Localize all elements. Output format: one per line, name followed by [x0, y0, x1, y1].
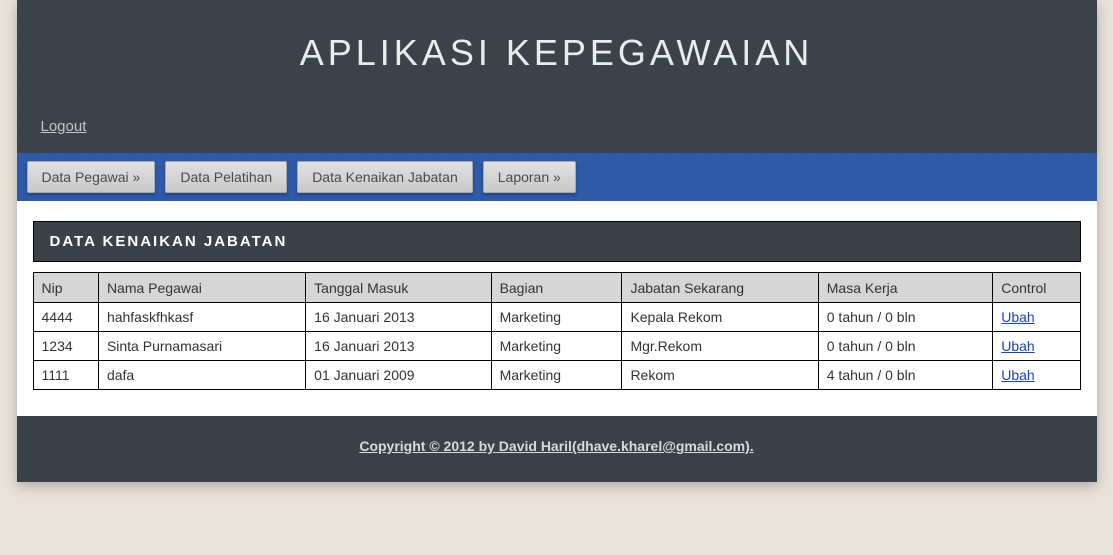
cell-tgl: 16 Januari 2013: [306, 332, 491, 361]
cell-masa: 0 tahun / 0 bln: [818, 332, 993, 361]
content: DATA KENAIKAN JABATAN Nip Nama Pegawai T…: [17, 201, 1097, 416]
cell-control: Ubah: [993, 303, 1080, 332]
table-row: 1111 dafa 01 Januari 2009 Marketing Reko…: [33, 361, 1080, 390]
edit-link[interactable]: Ubah: [1001, 309, 1034, 325]
nav-laporan[interactable]: Laporan »: [483, 161, 576, 193]
cell-control: Ubah: [993, 361, 1080, 390]
cell-nama: hahfaskfhkasf: [98, 303, 305, 332]
cell-bagian: Marketing: [491, 332, 622, 361]
cell-control: Ubah: [993, 332, 1080, 361]
navbar: Data Pegawai » Data Pelatihan Data Kenai…: [17, 153, 1097, 201]
th-jabatan: Jabatan Sekarang: [622, 273, 818, 303]
table-row: 4444 hahfaskfhkasf 16 Januari 2013 Marke…: [33, 303, 1080, 332]
cell-masa: 0 tahun / 0 bln: [818, 303, 993, 332]
table-row: 1234 Sinta Purnamasari 16 Januari 2013 M…: [33, 332, 1080, 361]
nav-data-pegawai[interactable]: Data Pegawai »: [27, 161, 156, 193]
th-nip: Nip: [33, 273, 98, 303]
nav-data-pelatihan[interactable]: Data Pelatihan: [165, 161, 287, 193]
table-header-row: Nip Nama Pegawai Tanggal Masuk Bagian Ja…: [33, 273, 1080, 303]
edit-link[interactable]: Ubah: [1001, 367, 1034, 383]
logout-link[interactable]: Logout: [41, 118, 87, 135]
th-control: Control: [993, 273, 1080, 303]
nav-data-kenaikan-jabatan[interactable]: Data Kenaikan Jabatan: [297, 161, 473, 193]
cell-jabatan: Mgr.Rekom: [622, 332, 818, 361]
data-table: Nip Nama Pegawai Tanggal Masuk Bagian Ja…: [33, 272, 1081, 390]
header: APLIKASI KEPEGAWAIAN Logout: [17, 0, 1097, 153]
cell-tgl: 16 Januari 2013: [306, 303, 491, 332]
edit-link[interactable]: Ubah: [1001, 338, 1034, 354]
panel-title: DATA KENAIKAN JABATAN: [33, 221, 1081, 262]
cell-jabatan: Rekom: [622, 361, 818, 390]
th-tgl: Tanggal Masuk: [306, 273, 491, 303]
cell-jabatan: Kepala Rekom: [622, 303, 818, 332]
cell-bagian: Marketing: [491, 361, 622, 390]
footer-text[interactable]: Copyright © 2012 by David Haril(dhave.kh…: [359, 438, 753, 454]
footer: Copyright © 2012 by David Haril(dhave.kh…: [17, 416, 1097, 482]
cell-masa: 4 tahun / 0 bln: [818, 361, 993, 390]
cell-nip: 1234: [33, 332, 98, 361]
th-bagian: Bagian: [491, 273, 622, 303]
app-title: APLIKASI KEPEGAWAIAN: [37, 32, 1077, 74]
cell-nip: 4444: [33, 303, 98, 332]
th-nama: Nama Pegawai: [98, 273, 305, 303]
cell-nama: dafa: [98, 361, 305, 390]
cell-tgl: 01 Januari 2009: [306, 361, 491, 390]
app-container: APLIKASI KEPEGAWAIAN Logout Data Pegawai…: [17, 0, 1097, 482]
cell-nama: Sinta Purnamasari: [98, 332, 305, 361]
cell-nip: 1111: [33, 361, 98, 390]
th-masa: Masa Kerja: [818, 273, 993, 303]
cell-bagian: Marketing: [491, 303, 622, 332]
